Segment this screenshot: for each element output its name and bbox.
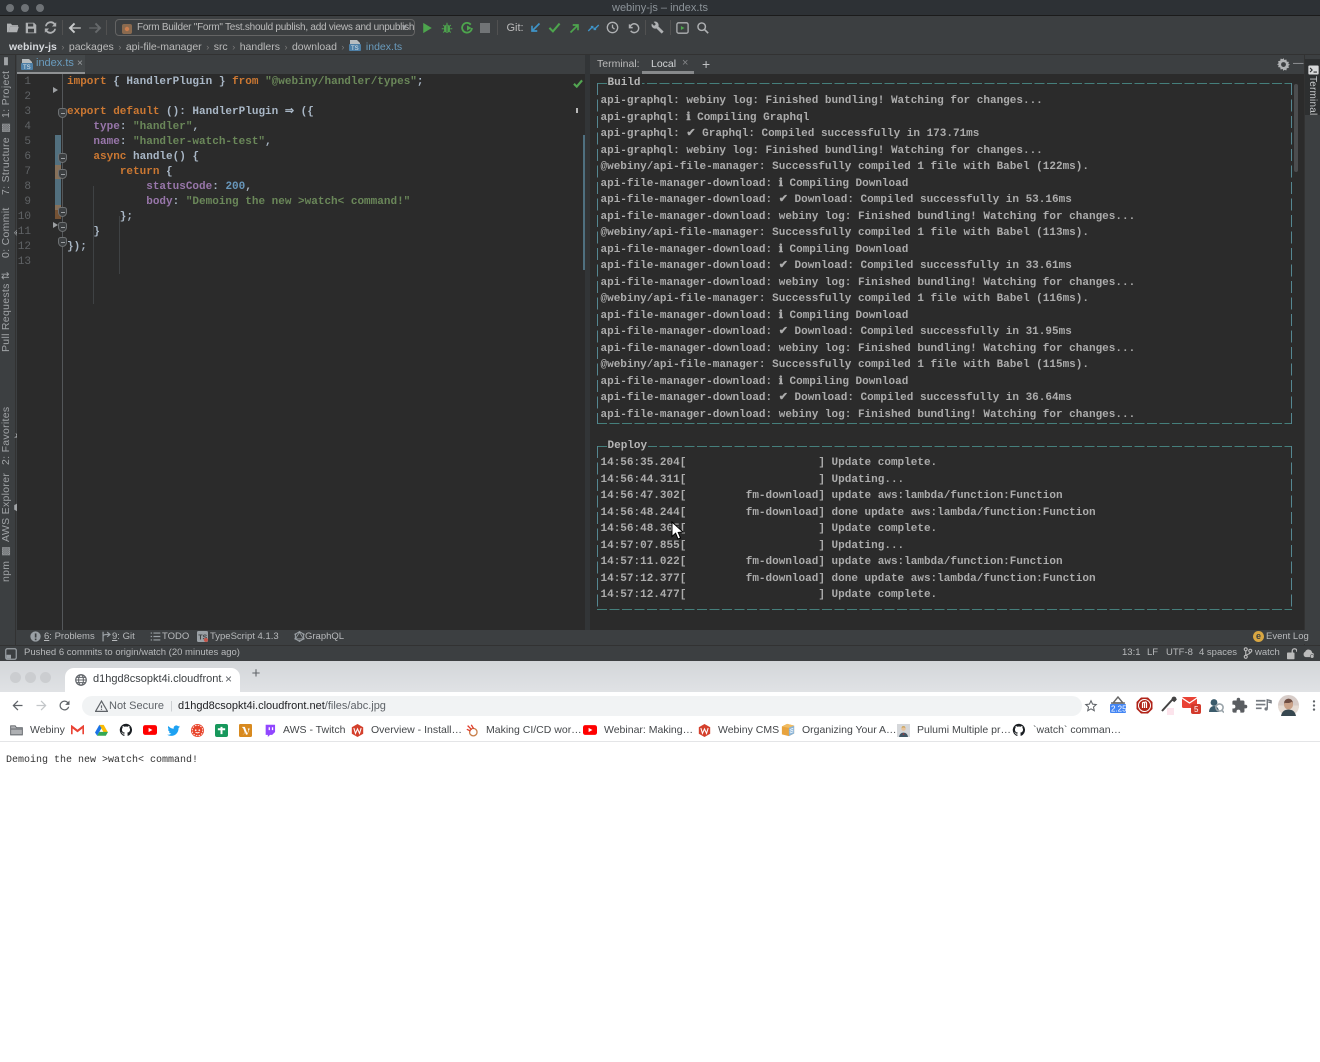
svg-text:2.25: 2.25: [1111, 705, 1127, 714]
svg-text:5: 5: [1194, 705, 1199, 714]
svg-text:TS: TS: [351, 46, 359, 51]
svg-text:TS: TS: [23, 65, 31, 70]
